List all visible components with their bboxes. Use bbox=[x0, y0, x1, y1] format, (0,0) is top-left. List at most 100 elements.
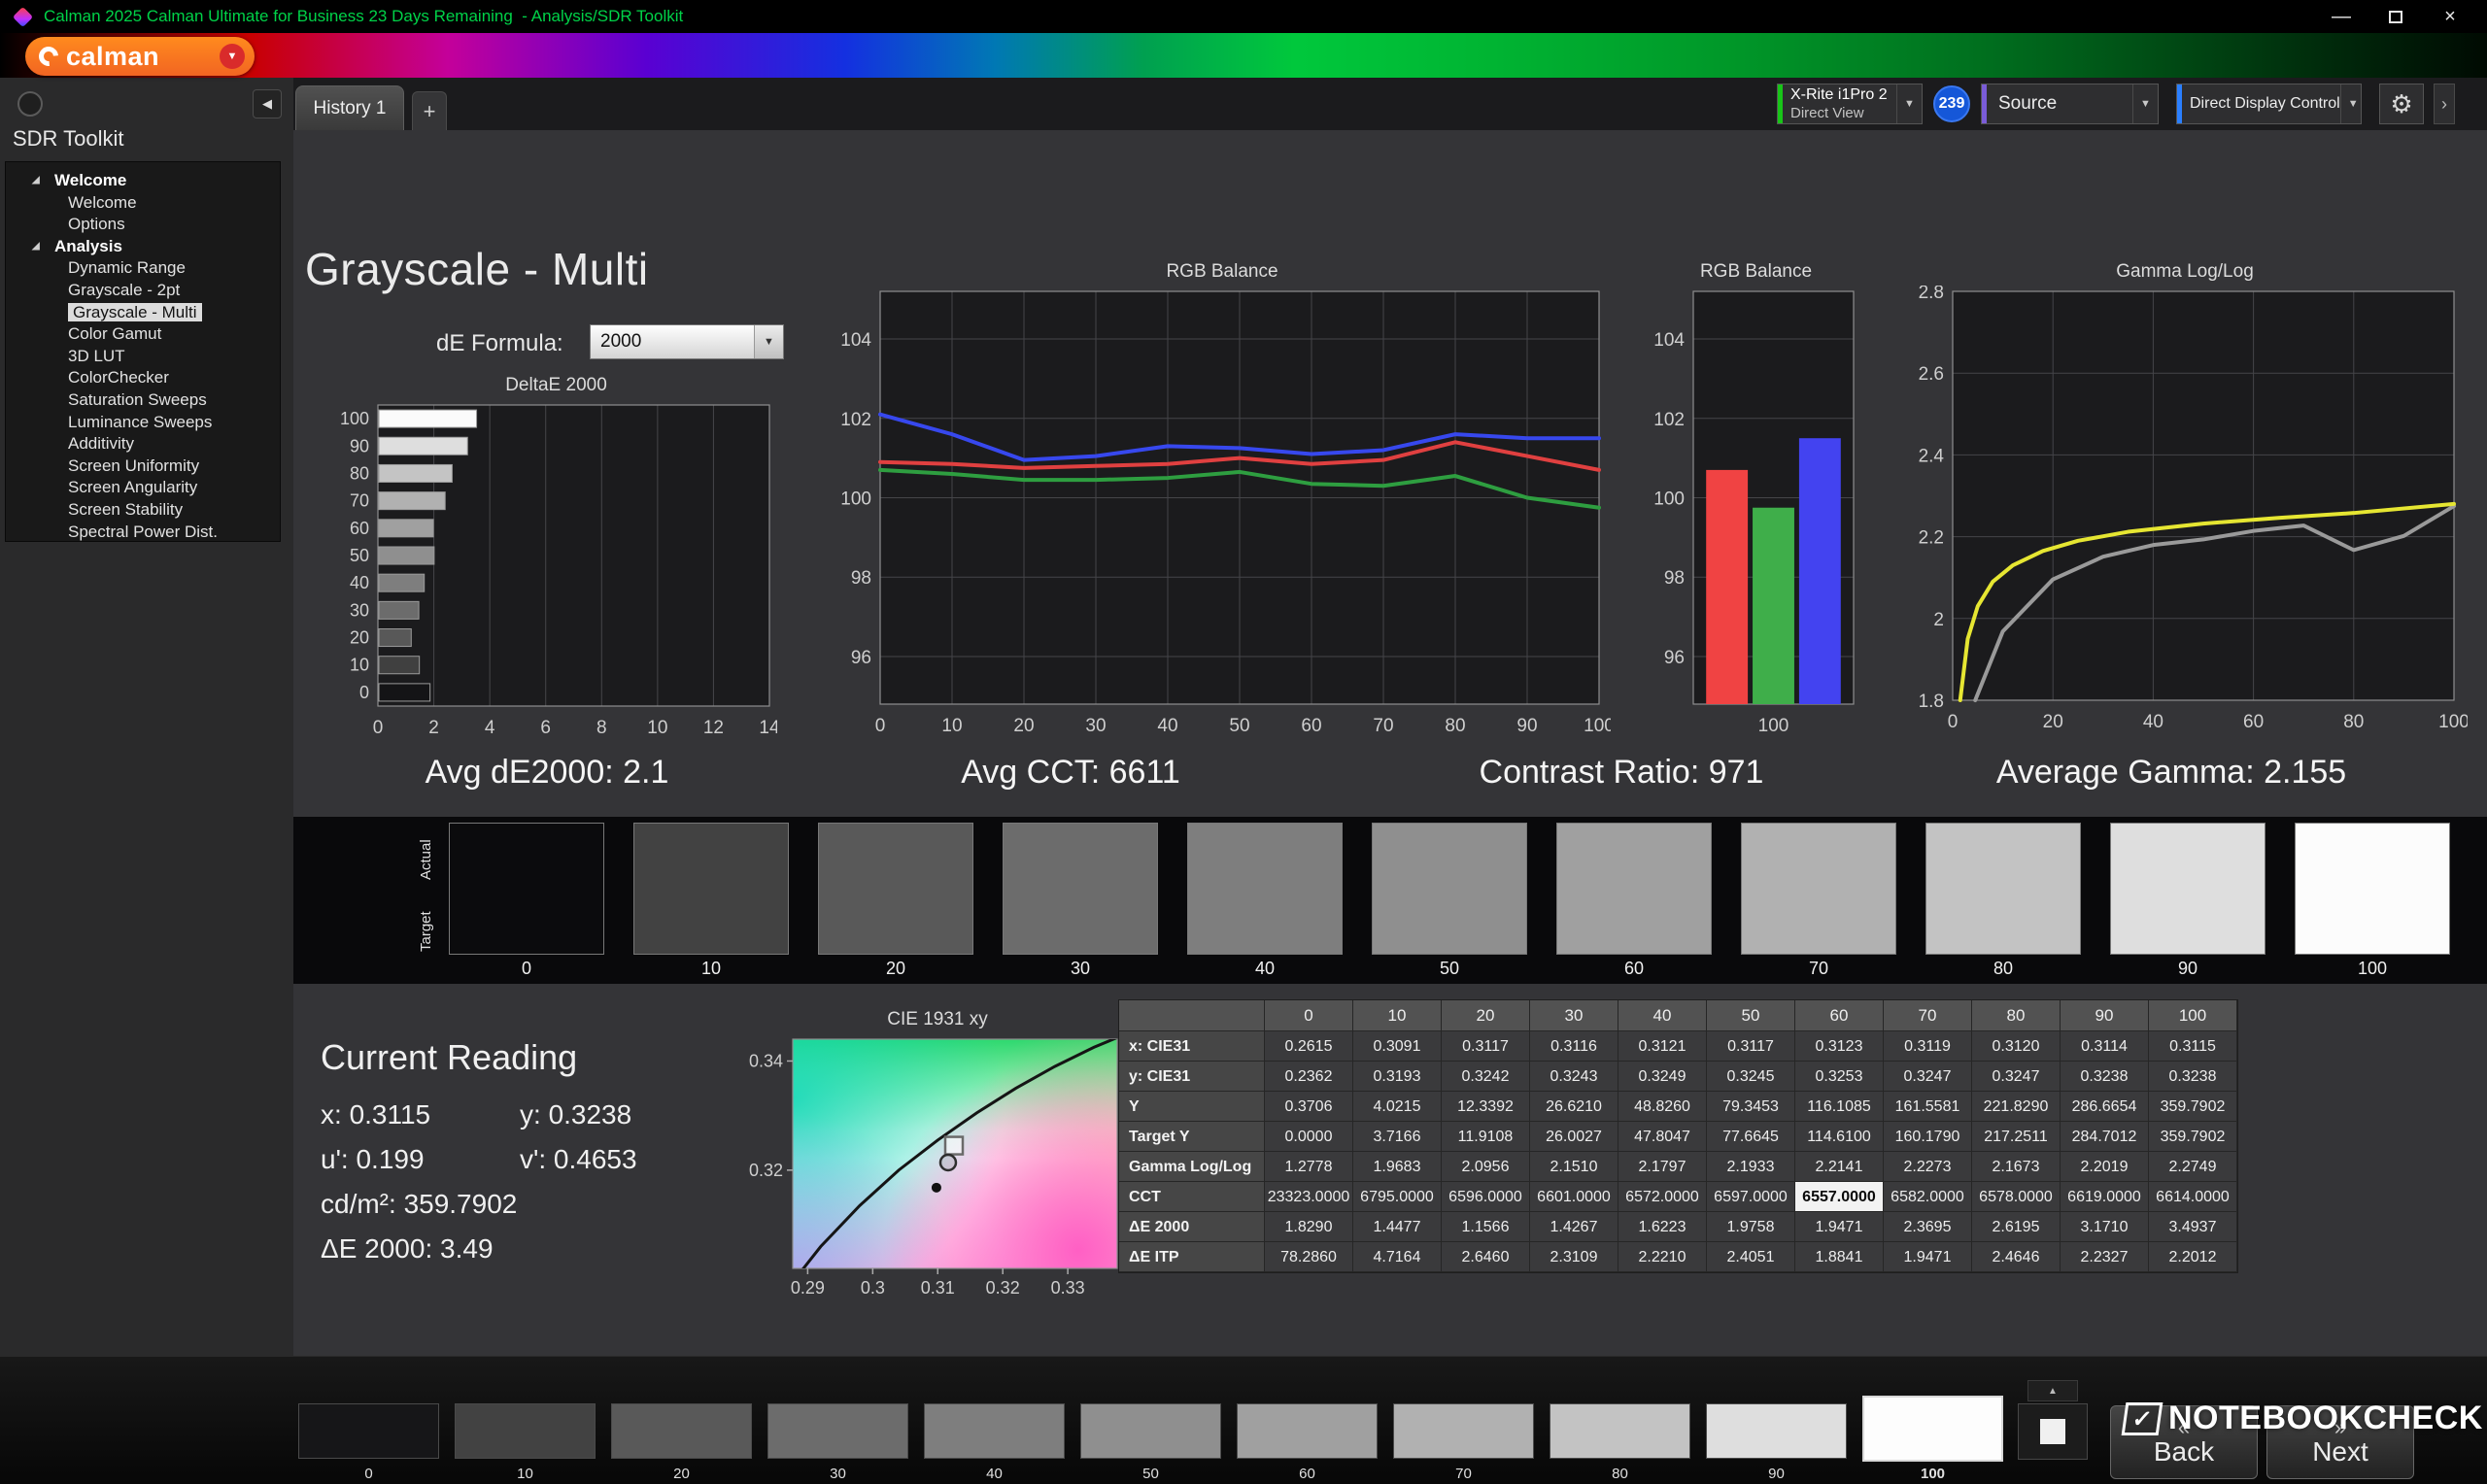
patch-button-80[interactable] bbox=[1550, 1403, 1690, 1459]
maximize-button[interactable] bbox=[2368, 0, 2423, 33]
table-cell[interactable]: 0.2615 bbox=[1265, 1031, 1353, 1062]
sidebar-item-color-gamut[interactable]: Color Gamut bbox=[6, 323, 280, 346]
table-cell[interactable]: 0.3117 bbox=[1442, 1031, 1530, 1062]
sidebar-item-welcome[interactable]: Welcome bbox=[6, 192, 280, 215]
sidebar-item-screen-uniformity[interactable]: Screen Uniformity bbox=[6, 455, 280, 478]
table-cell[interactable]: 0.3114 bbox=[2061, 1031, 2149, 1062]
patch-button-50[interactable] bbox=[1080, 1403, 1221, 1459]
table-cell[interactable]: 0.3238 bbox=[2149, 1062, 2237, 1092]
source-dropdown[interactable]: Source ▼ bbox=[1981, 84, 2159, 124]
table-cell[interactable]: 0.3247 bbox=[1884, 1062, 1972, 1092]
table-cell[interactable]: 1.4477 bbox=[1353, 1212, 1442, 1242]
table-cell[interactable]: 0.3247 bbox=[1972, 1062, 2061, 1092]
sidebar-item-luminance-sweeps[interactable]: Luminance Sweeps bbox=[6, 412, 280, 434]
table-cell[interactable]: 1.1566 bbox=[1442, 1212, 1530, 1242]
table-cell[interactable]: 2.2749 bbox=[2149, 1152, 2237, 1182]
table-cell[interactable]: 2.0956 bbox=[1442, 1152, 1530, 1182]
table-cell[interactable]: 4.0215 bbox=[1353, 1092, 1442, 1122]
back-circle-button[interactable] bbox=[17, 91, 43, 117]
sidebar-collapse-button[interactable]: ◀ bbox=[253, 89, 282, 118]
patch-button-20[interactable] bbox=[611, 1403, 752, 1459]
sidebar-item-grayscale-multi[interactable]: Grayscale - Multi bbox=[6, 302, 280, 324]
chevron-down-icon[interactable]: ▼ bbox=[2340, 84, 2366, 123]
table-cell[interactable]: 48.8260 bbox=[1618, 1092, 1707, 1122]
table-cell[interactable]: 2.2327 bbox=[2061, 1242, 2149, 1272]
sidebar-item-screen-angularity[interactable]: Screen Angularity bbox=[6, 477, 280, 499]
table-cell[interactable]: 6557.0000 bbox=[1795, 1182, 1884, 1212]
tree-group-welcome[interactable]: ◢Welcome bbox=[6, 170, 280, 192]
chevron-down-icon[interactable]: ▼ bbox=[2132, 84, 2158, 123]
table-cell[interactable]: 26.0027 bbox=[1530, 1122, 1618, 1152]
table-cell[interactable]: 0.3238 bbox=[2061, 1062, 2149, 1092]
table-cell[interactable]: 6619.0000 bbox=[2061, 1182, 2149, 1212]
sidebar-item-options[interactable]: Options bbox=[6, 214, 280, 236]
table-cell[interactable]: 0.3243 bbox=[1530, 1062, 1618, 1092]
display-control-dropdown[interactable]: Direct Display Control ▼ bbox=[2176, 84, 2362, 124]
table-cell[interactable]: 1.9758 bbox=[1707, 1212, 1795, 1242]
expander-icon[interactable]: ◢ bbox=[32, 236, 40, 258]
table-cell[interactable]: 79.3453 bbox=[1707, 1092, 1795, 1122]
table-cell[interactable]: 1.9683 bbox=[1353, 1152, 1442, 1182]
table-cell[interactable]: 160.1790 bbox=[1884, 1122, 1972, 1152]
close-button[interactable]: × bbox=[2423, 0, 2477, 33]
table-cell[interactable]: 0.0000 bbox=[1265, 1122, 1353, 1152]
de-formula-select[interactable]: 2000 ▼ bbox=[590, 324, 784, 359]
table-cell[interactable]: 1.6223 bbox=[1618, 1212, 1707, 1242]
sidebar-item-screen-stability[interactable]: Screen Stability bbox=[6, 499, 280, 522]
table-cell[interactable]: 0.3117 bbox=[1707, 1031, 1795, 1062]
table-cell[interactable]: 6572.0000 bbox=[1618, 1182, 1707, 1212]
meter-dropdown[interactable]: X-Rite i1Pro 2 Direct View ▼ bbox=[1777, 84, 1923, 124]
table-cell[interactable]: 0.3121 bbox=[1618, 1031, 1707, 1062]
table-cell[interactable]: 116.1085 bbox=[1795, 1092, 1884, 1122]
sidebar-item-saturation-sweeps[interactable]: Saturation Sweeps bbox=[6, 389, 280, 412]
table-cell[interactable]: 1.4267 bbox=[1530, 1212, 1618, 1242]
sidebar-item-spectral-power-dist[interactable]: Spectral Power Dist. bbox=[6, 522, 280, 543]
table-cell[interactable]: 6601.0000 bbox=[1530, 1182, 1618, 1212]
table-cell[interactable]: 47.8047 bbox=[1618, 1122, 1707, 1152]
sidebar-item-additivity[interactable]: Additivity bbox=[6, 433, 280, 455]
table-cell[interactable]: 6795.0000 bbox=[1353, 1182, 1442, 1212]
logo-menu-button[interactable]: ▼ bbox=[220, 44, 245, 69]
table-cell[interactable]: 4.7164 bbox=[1353, 1242, 1442, 1272]
patch-button-100[interactable] bbox=[1862, 1396, 2003, 1462]
calman-logo-button[interactable]: calman ▼ bbox=[25, 37, 255, 76]
table-cell[interactable]: 1.9471 bbox=[1884, 1242, 1972, 1272]
table-cell[interactable]: 0.3123 bbox=[1795, 1031, 1884, 1062]
chevron-down-icon[interactable]: ▼ bbox=[754, 325, 783, 358]
table-cell[interactable]: 217.2511 bbox=[1972, 1122, 2061, 1152]
table-cell[interactable]: 114.6100 bbox=[1795, 1122, 1884, 1152]
table-cell[interactable]: 1.8841 bbox=[1795, 1242, 1884, 1272]
table-cell[interactable]: 2.3695 bbox=[1884, 1212, 1972, 1242]
settings-button[interactable]: ⚙ bbox=[2379, 84, 2424, 124]
table-cell[interactable]: 2.3109 bbox=[1530, 1242, 1618, 1272]
table-cell[interactable]: 0.3115 bbox=[2149, 1031, 2237, 1062]
table-cell[interactable]: 1.2778 bbox=[1265, 1152, 1353, 1182]
table-cell[interactable]: 359.7902 bbox=[2149, 1122, 2237, 1152]
add-tab-button[interactable]: + bbox=[412, 91, 447, 130]
table-cell[interactable]: 2.4051 bbox=[1707, 1242, 1795, 1272]
table-cell[interactable]: 0.3706 bbox=[1265, 1092, 1353, 1122]
table-cell[interactable]: 6614.0000 bbox=[2149, 1182, 2237, 1212]
table-cell[interactable]: 6596.0000 bbox=[1442, 1182, 1530, 1212]
table-cell[interactable]: 2.2141 bbox=[1795, 1152, 1884, 1182]
table-cell[interactable]: 0.3249 bbox=[1618, 1062, 1707, 1092]
table-cell[interactable]: 1.8290 bbox=[1265, 1212, 1353, 1242]
table-cell[interactable]: 12.3392 bbox=[1442, 1092, 1530, 1122]
table-cell[interactable]: 2.1933 bbox=[1707, 1152, 1795, 1182]
table-cell[interactable]: 0.3116 bbox=[1530, 1031, 1618, 1062]
table-cell[interactable]: 0.3119 bbox=[1884, 1031, 1972, 1062]
sidebar-item-grayscale-2pt[interactable]: Grayscale - 2pt bbox=[6, 280, 280, 302]
table-cell[interactable]: 77.6645 bbox=[1707, 1122, 1795, 1152]
minimize-button[interactable]: — bbox=[2314, 0, 2368, 33]
table-cell[interactable]: 26.6210 bbox=[1530, 1092, 1618, 1122]
table-cell[interactable]: 0.2362 bbox=[1265, 1062, 1353, 1092]
table-cell[interactable]: 221.8290 bbox=[1972, 1092, 2061, 1122]
window-size-button[interactable] bbox=[2018, 1403, 2088, 1460]
table-cell[interactable]: 2.2012 bbox=[2149, 1242, 2237, 1272]
patch-button-70[interactable] bbox=[1393, 1403, 1534, 1459]
table-cell[interactable]: 23323.0000 bbox=[1265, 1182, 1353, 1212]
table-cell[interactable]: 286.6654 bbox=[2061, 1092, 2149, 1122]
sidebar-item-3d-lut[interactable]: 3D LUT bbox=[6, 346, 280, 368]
table-cell[interactable]: 0.3245 bbox=[1707, 1062, 1795, 1092]
table-cell[interactable]: 161.5581 bbox=[1884, 1092, 1972, 1122]
